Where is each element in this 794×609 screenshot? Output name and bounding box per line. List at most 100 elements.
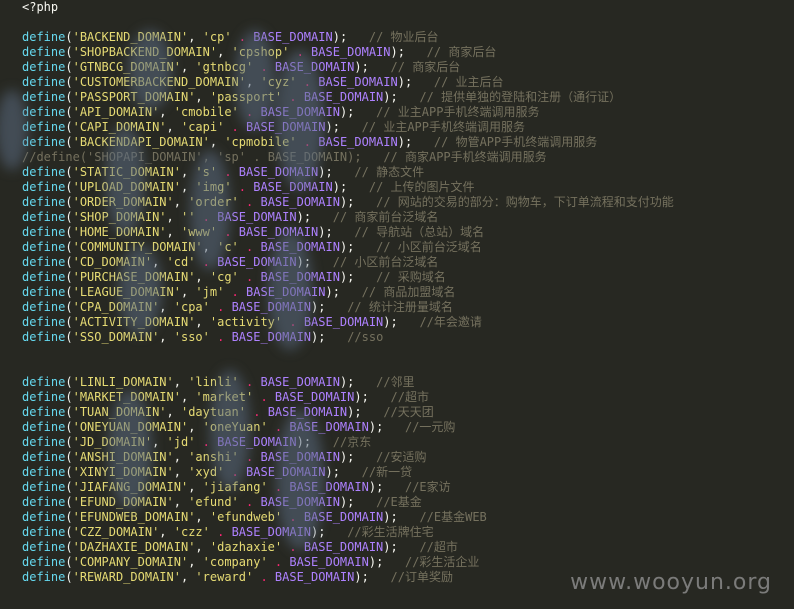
base-domain-const: BASE_DOMAIN <box>274 390 355 404</box>
code-editor[interactable]: <?php define('BACKEND_DOMAIN', 'cp' . BA… <box>0 0 794 609</box>
open-paren: ( <box>65 405 73 419</box>
code-line: define('API_DOMAIN', 'cmobile' . BASE_DO… <box>22 105 539 120</box>
close-paren: ); <box>325 120 340 134</box>
code-line: define('CZZ_DOMAIN', 'czz' . BASE_DOMAIN… <box>22 525 434 540</box>
code-line: define('TUAN_DOMAIN', 'daytuan' . BASE_D… <box>22 405 434 420</box>
line-comment: // 商品加盟域名 <box>361 285 456 299</box>
comment-prefix: // <box>22 150 37 164</box>
concat-operator: . <box>195 210 218 224</box>
open-paren: ( <box>65 60 73 74</box>
close-paren: ); <box>339 240 355 254</box>
constant-name-string: 'PASSPORT_DOMAIN' <box>72 90 196 104</box>
open-paren: ( <box>65 570 73 584</box>
comma: , <box>159 330 174 344</box>
code-line: define('LEAGUE_DOMAIN', 'jm' . BASE_DOMA… <box>22 285 455 300</box>
comma: , <box>188 555 203 569</box>
base-domain-const: BASE_DOMAIN <box>260 270 340 284</box>
concat-operator: . <box>224 120 247 134</box>
line-comment: // 商家前台泛域名 <box>332 210 439 224</box>
concat-operator: . <box>195 435 218 449</box>
close-paren: ); <box>383 540 398 554</box>
line-comment: // 网站的交易的部分：购物车，下订单流程和支付功能 <box>376 195 674 209</box>
constant-name-string: 'SSO_DOMAIN' <box>72 330 160 344</box>
subdomain-string: 'jiafang' <box>202 480 268 494</box>
code-line: define('COMPANY_DOMAIN', 'company' . BAS… <box>22 555 479 570</box>
code-line: define('ACTIVITY_DOMAIN', 'activity' . B… <box>22 315 482 330</box>
comma: , <box>180 165 196 179</box>
line-comment: // 商家后台 <box>390 60 461 74</box>
constant-name-string: 'LEAGUE_DOMAIN' <box>72 285 181 299</box>
comma: , <box>202 240 218 254</box>
open-paren: ( <box>65 420 73 434</box>
concat-operator: . <box>296 75 319 89</box>
close-paren: ); <box>347 150 362 164</box>
define-keyword: define <box>22 435 66 449</box>
open-paren: ( <box>65 450 73 464</box>
base-domain-const: BASE_DOMAIN <box>231 300 312 314</box>
subdomain-string: 'reward' <box>195 570 254 584</box>
concat-operator: . <box>246 150 268 164</box>
comma: , <box>173 450 189 464</box>
concat-operator: . <box>282 510 304 524</box>
open-paren: ( <box>65 105 73 119</box>
line-comment: // 商家APP手机终端调用服务 <box>383 150 547 164</box>
define-keyword: define <box>22 495 66 509</box>
code-line: define('PURCHASE_DOMAIN', 'cg' . BASE_DO… <box>22 270 446 285</box>
concat-operator: . <box>238 105 261 119</box>
subdomain-string: 'linli' <box>188 375 239 389</box>
line-comment: // 小区前台泛域名 <box>332 255 439 269</box>
comma: , <box>166 405 181 419</box>
open-paren: ( <box>65 555 73 569</box>
comma: , <box>195 270 210 284</box>
open-paren: ( <box>65 45 73 59</box>
subdomain-string: 'order' <box>188 195 239 209</box>
base-domain-const: BASE_DOMAIN <box>217 435 297 449</box>
code-line: define('ONEYUAN_DOMAIN', 'oneYuan' . BAS… <box>22 420 455 435</box>
base-domain-const: BASE_DOMAIN <box>217 255 297 269</box>
open-paren: ( <box>65 75 73 89</box>
concat-operator: . <box>289 45 312 59</box>
subdomain-string: 'efund' <box>188 495 239 509</box>
open-paren: ( <box>65 390 73 404</box>
base-domain-const: BASE_DOMAIN <box>303 510 384 524</box>
define-keyword: define <box>22 450 66 464</box>
close-paren: ); <box>368 555 384 569</box>
constant-name-string: 'TUAN_DOMAIN' <box>72 405 167 419</box>
php-open-tag: <?php <box>22 0 59 14</box>
base-domain-const: BASE_DOMAIN <box>289 480 369 494</box>
close-paren: ); <box>311 525 326 539</box>
code-line: define('CUSTOMERBACKEND_DOMAIN', 'cyz' .… <box>22 75 504 90</box>
subdomain-string: 'cpmobile' <box>224 135 297 149</box>
comma: , <box>195 315 210 329</box>
close-paren: ); <box>383 315 398 329</box>
constant-name-string: 'HOME_DOMAIN' <box>72 225 167 239</box>
line-comment: //E基金 <box>376 495 422 509</box>
concat-operator: . <box>209 330 232 344</box>
concat-operator: . <box>195 255 218 269</box>
concat-operator: . <box>296 135 319 149</box>
define-keyword: define <box>22 510 66 524</box>
line-comment: //超市 <box>390 390 429 404</box>
comma: , <box>209 135 225 149</box>
base-domain-const: BASE_DOMAIN <box>267 405 348 419</box>
concat-operator: . <box>267 480 290 494</box>
define-keyword: define <box>22 180 66 194</box>
constant-name-string: 'PURCHASE_DOMAIN' <box>72 270 196 284</box>
close-paren: ); <box>296 435 312 449</box>
subdomain-string: 'capi' <box>180 120 225 134</box>
define-keyword: define <box>22 315 66 329</box>
